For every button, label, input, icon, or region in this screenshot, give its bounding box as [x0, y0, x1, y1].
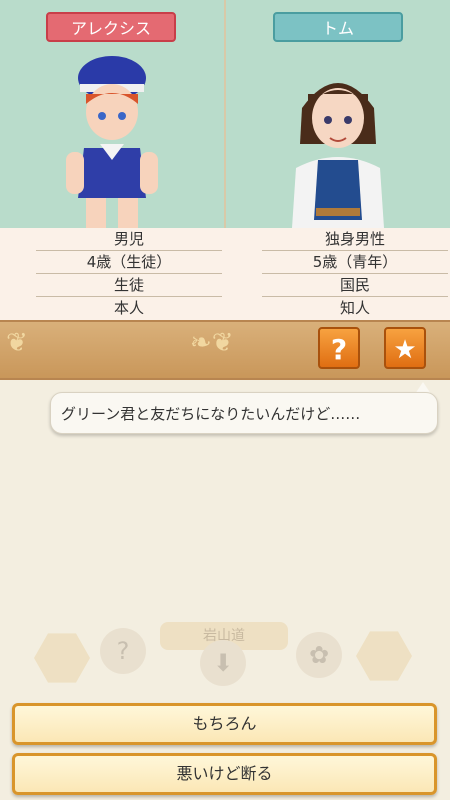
ornament-swirl-icon: ❦: [6, 328, 28, 358]
right-info-role: 国民: [262, 274, 448, 297]
right-info-relation: 知人: [339, 299, 370, 317]
badge-hex-icon: [34, 633, 90, 683]
family-hex-icon: [356, 631, 412, 681]
left-info-column: 男児 4歳（生徒） 生徒 本人: [36, 228, 222, 319]
help-button[interactable]: ?: [318, 327, 360, 369]
right-character-avatar: [292, 83, 384, 228]
right-character-panel: トム: [226, 0, 450, 228]
duck-circle-icon: ✿: [296, 632, 342, 678]
download-arrow-icon: ⬇: [200, 640, 246, 686]
left-info-type: 男児: [36, 228, 222, 251]
speech-bubble: グリーン君と友だちになりたいんだけど……: [50, 392, 438, 434]
left-character-panel: アレクシス: [0, 0, 224, 228]
ornament-center-icon: ❧❦: [190, 328, 234, 358]
ornament-banner: ❦ ❧❦ ? ★: [0, 320, 450, 380]
left-info-relation: 本人: [113, 299, 144, 317]
left-info-age: 4歳（生徒）: [36, 251, 222, 274]
dialogue-text: グリーン君と友だちになりたいんだけど……: [61, 405, 361, 423]
character-info: 男児 4歳（生徒） 生徒 本人 独身男性 5歳（青年） 国民 知人: [0, 228, 450, 320]
left-character-avatar: [66, 56, 158, 228]
question-circle-icon: ?: [100, 628, 146, 674]
right-character-name: トム: [273, 12, 403, 42]
background-hud: ? 岩山道 ⬇ ✿: [0, 600, 450, 695]
choice-accept-button[interactable]: もちろん: [12, 703, 437, 745]
favorite-button[interactable]: ★: [384, 327, 426, 369]
left-info-role: 生徒: [36, 274, 222, 297]
left-character-name: アレクシス: [46, 12, 176, 42]
right-info-age: 5歳（青年）: [262, 251, 448, 274]
right-info-column: 独身男性 5歳（青年） 国民 知人: [262, 228, 448, 319]
choice-decline-button[interactable]: 悪いけど断る: [12, 753, 437, 795]
right-info-type: 独身男性: [262, 228, 448, 251]
